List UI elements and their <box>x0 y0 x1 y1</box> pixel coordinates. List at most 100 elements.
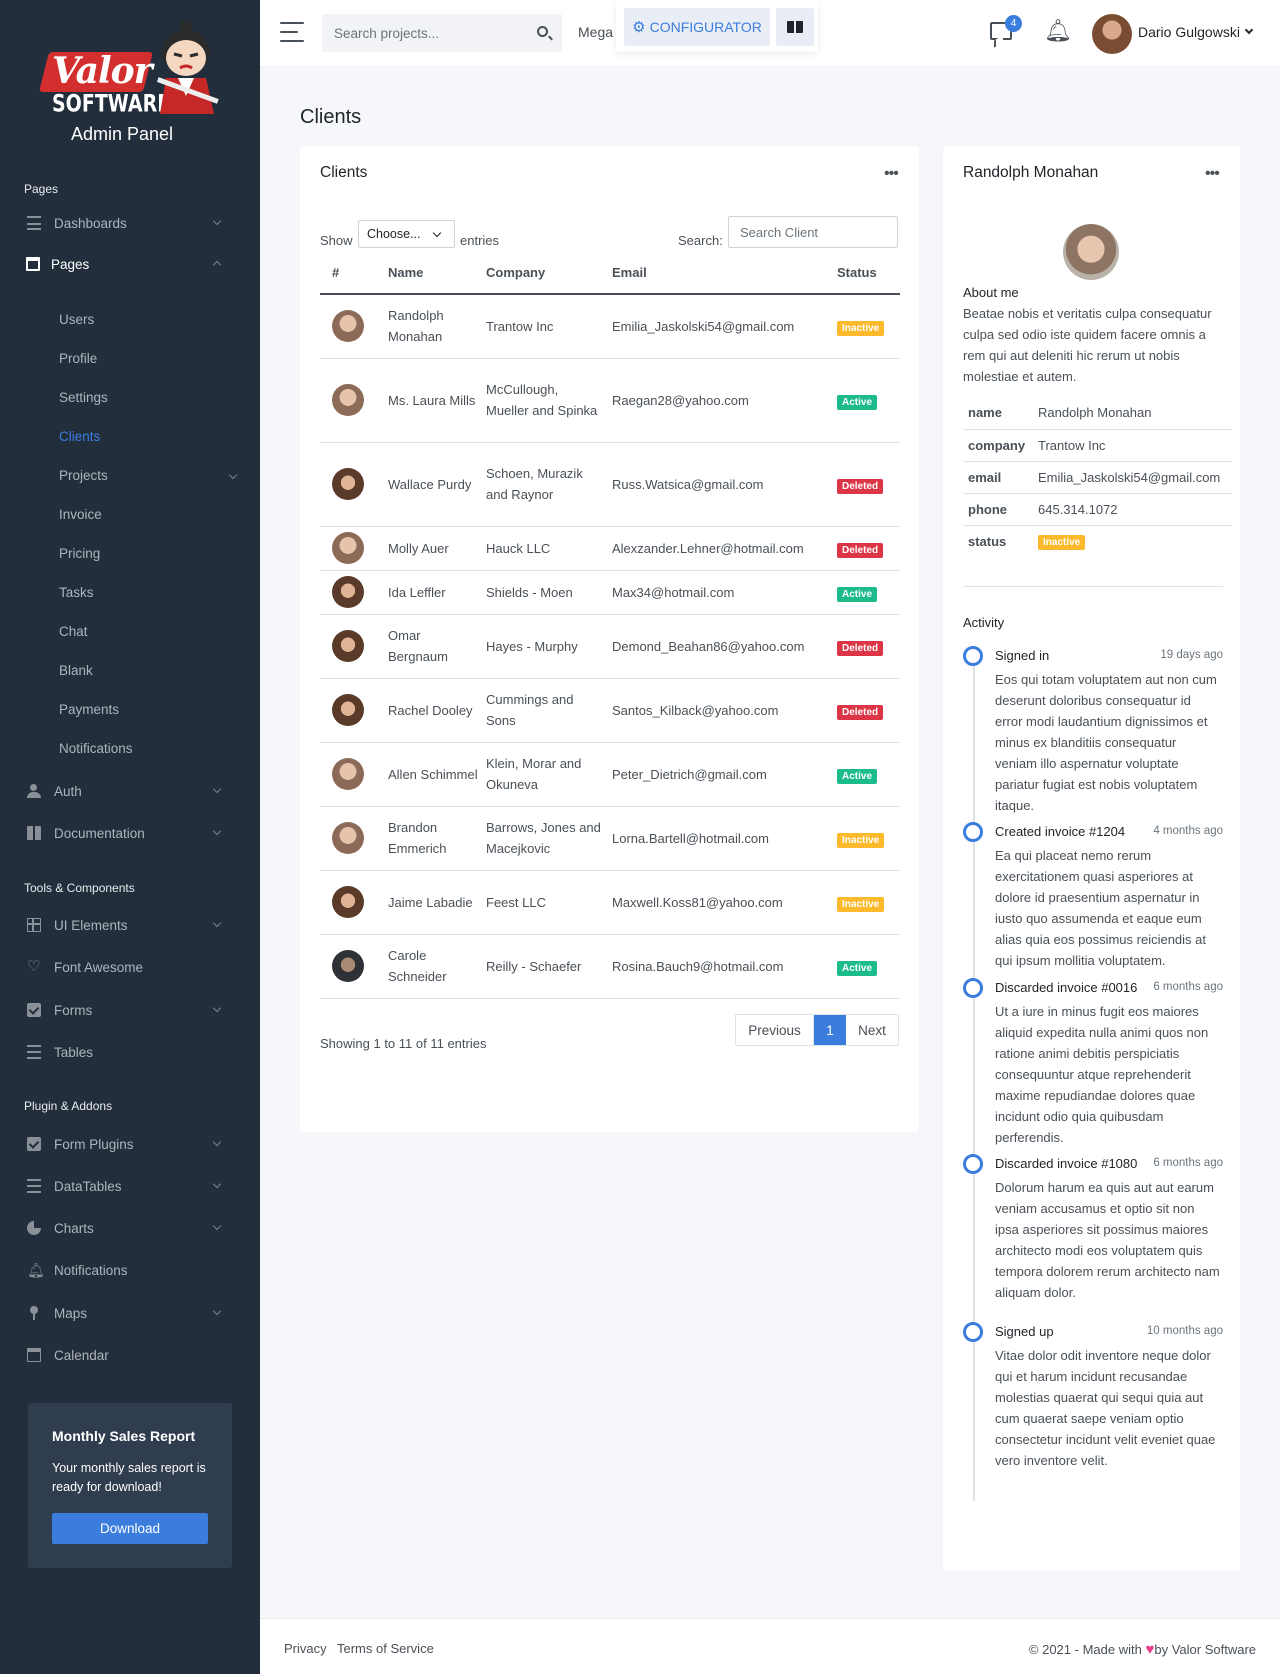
section-title-plugins: Plugin & Addons <box>24 1099 113 1113</box>
chevron-down-icon <box>212 1306 222 1316</box>
table-row[interactable]: Wallace Purdy Schoen, Murazik and Raynor R… <box>320 442 900 527</box>
sidebar-item-notifications[interactable]: Notifications <box>59 741 133 756</box>
sidebar: Valor SOFTWARE Admin Panel Pages Dashboa… <box>0 0 260 1674</box>
table-row[interactable]: Allen Schimmel Klein, Morar and Okuneva Pe… <box>320 742 900 807</box>
entries-select-value: Choose... <box>367 227 421 241</box>
table-row[interactable]: Rachel Dooley Cummings and Sons Santos_Kil… <box>320 678 900 743</box>
more-options-icon[interactable]: ••• <box>1205 166 1220 182</box>
status-cell: Deleted <box>837 442 900 527</box>
search-icon[interactable] <box>537 26 548 37</box>
user-name[interactable]: Dario Gulgowski <box>1138 24 1240 40</box>
profile-avatar <box>1063 224 1119 280</box>
configurator-button[interactable]: ⚙ CONFIGURATOR <box>624 8 770 46</box>
status-badge: Inactive <box>837 320 885 336</box>
avatar <box>332 576 364 608</box>
nav-calendar[interactable]: Calendar <box>0 1337 244 1373</box>
sidebar-item-pricing[interactable]: Pricing <box>59 546 100 561</box>
client-name: Randolph Monahan <box>388 294 486 359</box>
sidebar-item-clients[interactable]: Clients <box>59 429 100 444</box>
client-email: Maxwell.Koss81@yahoo.com <box>612 870 837 935</box>
table-row[interactable]: Carole Schneider Reilly - Schaefer Rosina.… <box>320 934 900 999</box>
client-search-input[interactable] <box>728 216 898 248</box>
client-name: Wallace Purdy <box>388 442 486 527</box>
nav-ui-elements[interactable]: UI Elements <box>0 907 244 943</box>
client-name: Allen Schimmel <box>388 742 486 807</box>
more-options-icon[interactable]: ••• <box>884 166 899 182</box>
notifications-bell-icon[interactable]: 🔔︎ <box>1044 20 1072 42</box>
nav-datatables[interactable]: DataTables <box>0 1168 244 1204</box>
sidebar-item-tasks[interactable]: Tasks <box>59 585 94 600</box>
check-square-icon <box>27 1003 41 1017</box>
client-company: McCullough, Mueller and Spinka <box>486 358 612 443</box>
nav-label: Forms <box>54 1002 93 1018</box>
sidebar-item-settings[interactable]: Settings <box>59 390 108 405</box>
docs-button[interactable] <box>776 8 814 46</box>
table-row[interactable]: Randolph Monahan Trantow Inc Emilia_Jaskol… <box>320 294 900 359</box>
nav-pages[interactable]: Pages <box>0 246 244 282</box>
table-row[interactable]: Ida Leffler Shields - Moen Max34@hotmail.c… <box>320 570 900 615</box>
hamburger-menu-icon[interactable] <box>280 22 304 43</box>
brand[interactable]: Valor SOFTWARE Admin Panel <box>0 0 260 170</box>
table-row[interactable]: Brandon Emmerich Barrows, Jones and Macej… <box>320 806 900 871</box>
logo-subtext: SOFTWARE <box>52 90 171 118</box>
client-company: Shields - Moen <box>486 570 612 615</box>
page-title: Clients <box>300 106 362 128</box>
activity-time: 10 months ago <box>1146 1325 1223 1337</box>
search-box <box>322 14 562 52</box>
chevron-down-icon <box>212 1003 222 1013</box>
chevron-down-icon[interactable] <box>1244 25 1254 35</box>
sidebar-item-chat[interactable]: Chat <box>59 624 88 639</box>
sidebar-item-blank[interactable]: Blank <box>59 663 93 678</box>
avatar <box>332 310 364 343</box>
client-name: Ms. Laura Mills <box>388 358 486 443</box>
info-key: email <box>963 461 1033 494</box>
activity-text: Dolorum harum ea quis aut aut earum veni… <box>995 1180 1220 1300</box>
sidebar-item-users[interactable]: Users <box>59 312 94 327</box>
status-badge: Active <box>837 394 878 410</box>
col-header[interactable]: # <box>320 252 388 295</box>
activity-text: Ut a iure in minus fugit eos maiores ali… <box>995 1004 1209 1145</box>
samurai-mascot-icon <box>156 20 219 114</box>
col-header[interactable]: Status <box>837 252 900 295</box>
status-badge: Inactive <box>1038 534 1086 550</box>
nav-form-plugins[interactable]: Form Plugins <box>0 1126 244 1162</box>
nav-font-awesome[interactable]: ♡ Font Awesome <box>0 949 244 985</box>
table-row[interactable]: Omar Bergnaum Hayes - Murphy Demond_Beahan… <box>320 614 900 679</box>
nav-notifications[interactable]: 🔔︎ Notifications <box>0 1252 244 1288</box>
nav-dashboards[interactable]: Dashboards <box>0 205 244 241</box>
search-input[interactable] <box>322 14 522 52</box>
table-row[interactable]: Jaime Labadie Feest LLC Maxwell.Koss81@yah… <box>320 870 900 935</box>
table-header-row: # Name Company Email Status <box>320 252 900 295</box>
table-row[interactable]: Molly Auer Hauck LLC Alexzander.Lehner@hot… <box>320 526 900 571</box>
col-header[interactable]: Name <box>388 252 486 295</box>
sidebar-item-invoice[interactable]: Invoice <box>59 507 102 522</box>
sidebar-item-payments[interactable]: Payments <box>59 702 119 717</box>
nav-maps[interactable]: Maps <box>0 1295 244 1331</box>
terms-link[interactable]: Terms of Service <box>337 1641 434 1656</box>
info-row: status Inactive <box>963 525 1233 557</box>
nav-tables[interactable]: Tables <box>0 1034 244 1070</box>
user-avatar[interactable] <box>1092 14 1132 54</box>
page-1-button[interactable]: 1 <box>814 1015 846 1045</box>
nav-auth[interactable]: Auth <box>0 773 244 809</box>
search-label: Search: <box>678 233 723 248</box>
col-header[interactable]: Email <box>612 252 837 295</box>
col-header[interactable]: Company <box>486 252 612 295</box>
previous-page-button[interactable]: Previous <box>736 1015 814 1045</box>
nav-charts[interactable]: Charts <box>0 1210 244 1246</box>
gears-icon: ⚙ <box>632 19 646 36</box>
entries-select[interactable]: Choose... <box>358 220 455 248</box>
privacy-link[interactable]: Privacy <box>284 1641 327 1656</box>
activity-title: Signed up <box>995 1324 1054 1339</box>
info-key: phone <box>963 493 1033 526</box>
nav-documentation[interactable]: Documentation <box>0 815 244 851</box>
sidebar-item-profile[interactable]: Profile <box>59 351 97 366</box>
nav-label: Documentation <box>54 825 145 841</box>
table-row[interactable]: Ms. Laura Mills McCullough, Mueller and S… <box>320 358 900 443</box>
download-button[interactable]: Download <box>52 1513 208 1544</box>
nav-forms[interactable]: Forms <box>0 992 244 1028</box>
copyright: © 2021 - Made with ♥by Valor Software <box>1029 1641 1256 1658</box>
mega-menu-link[interactable]: Mega <box>578 24 613 40</box>
next-page-button[interactable]: Next <box>846 1015 898 1045</box>
sidebar-item-projects[interactable]: Projects <box>59 468 108 483</box>
